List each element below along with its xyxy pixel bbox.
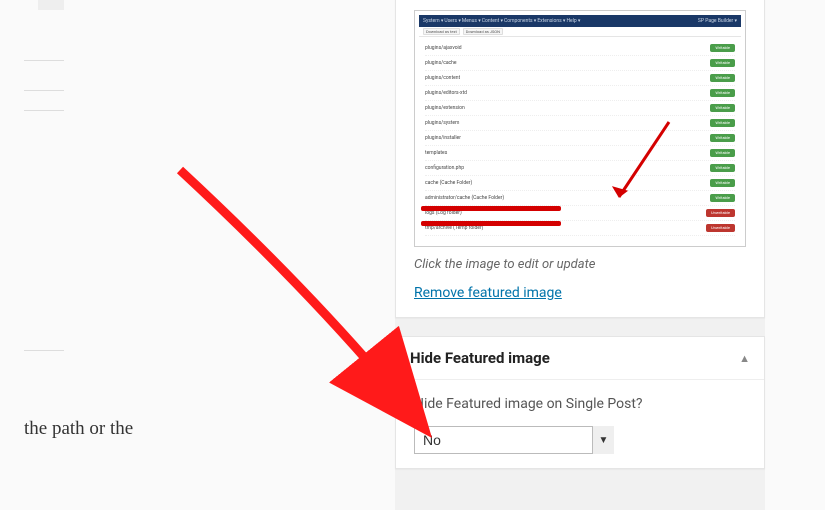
panel-title: Hide Featured image (410, 349, 550, 367)
hide-featured-select[interactable]: No Yes (414, 426, 614, 454)
field-label: Hide Featured image on Single Post? (414, 396, 746, 412)
featured-image-hint: Click the image to edit or update (396, 253, 764, 282)
annotation-arrow-icon (609, 117, 679, 212)
annotation-highlight (421, 221, 561, 226)
divider (24, 350, 64, 351)
sidebar-metaboxes: System ▾ Users ▾ Menus ▾ Content ▾ Compo… (395, 0, 765, 510)
status-badge: Writable (710, 104, 735, 112)
status-badge: Writable (710, 194, 735, 202)
status-badge: Writable (710, 74, 735, 82)
status-badge: Writable (710, 119, 735, 127)
thumbnail-toolbar: Download as text Download as JSON (419, 27, 741, 37)
featured-image-thumbnail[interactable]: System ▾ Users ▾ Menus ▾ Content ▾ Compo… (414, 10, 746, 247)
panel-toggle[interactable]: Hide Featured image ▲ (396, 337, 764, 380)
table-row: plugins/cacheWritable (425, 56, 735, 71)
menu-item: Extensions ▾ (537, 18, 565, 24)
menu-item: System ▾ (423, 18, 443, 24)
status-badge: Writable (710, 149, 735, 157)
table-row: plugins/systemWritable (425, 116, 735, 131)
menu-item: Content ▾ (482, 18, 503, 24)
remove-featured-image-link[interactable]: Remove featured image (396, 285, 580, 317)
status-badge: Writable (710, 89, 735, 97)
menu-item: SP Page Builder ▾ (698, 18, 737, 24)
toolbar-button: Download as JSON (463, 28, 503, 35)
status-badge: Unwritable (706, 209, 735, 217)
table-row: cache (Cache Folder)Writable (425, 176, 735, 191)
collapse-icon: ▲ (739, 352, 750, 365)
menu-item: Users ▾ (444, 18, 461, 24)
content-text-fragment: the path or the (24, 418, 133, 440)
table-row: plugins/extensionWritable (425, 101, 735, 116)
menu-item: Menus ▾ (462, 18, 481, 24)
table-row: plugins/editors-xtdWritable (425, 86, 735, 101)
thumbnail-rows: plugins/ajaxvoidWritable plugins/cacheWr… (419, 37, 741, 242)
annotation-highlight (421, 206, 561, 211)
cropped-block (38, 0, 64, 10)
table-row: plugins/ajaxvoidWritable (425, 41, 735, 56)
status-badge: Writable (710, 134, 735, 142)
menu-item: Help ▾ (566, 18, 580, 24)
table-row: configuration.phpWritable (425, 161, 735, 176)
table-row: plugins/installerWritable (425, 131, 735, 146)
status-badge: Writable (710, 164, 735, 172)
divider (24, 90, 64, 91)
thumbnail-menubar: System ▾ Users ▾ Menus ▾ Content ▾ Compo… (419, 15, 741, 27)
status-badge: Writable (710, 179, 735, 187)
status-badge: Writable (710, 59, 735, 67)
table-row: plugins/contentWritable (425, 71, 735, 86)
featured-image-panel: System ▾ Users ▾ Menus ▾ Content ▾ Compo… (395, 0, 765, 318)
content-area: the path or the (0, 0, 260, 510)
table-row: templatesWritable (425, 146, 735, 161)
table-row: administrator/cache (Cache Folder)Writab… (425, 191, 735, 206)
menu-item: Components ▾ (504, 18, 536, 24)
status-badge: Writable (710, 44, 735, 52)
status-badge: Unwritable (706, 224, 735, 232)
divider (24, 110, 64, 111)
hide-featured-image-panel: Hide Featured image ▲ Hide Featured imag… (395, 336, 765, 469)
divider (24, 60, 64, 61)
toolbar-button: Download as text (423, 28, 460, 35)
